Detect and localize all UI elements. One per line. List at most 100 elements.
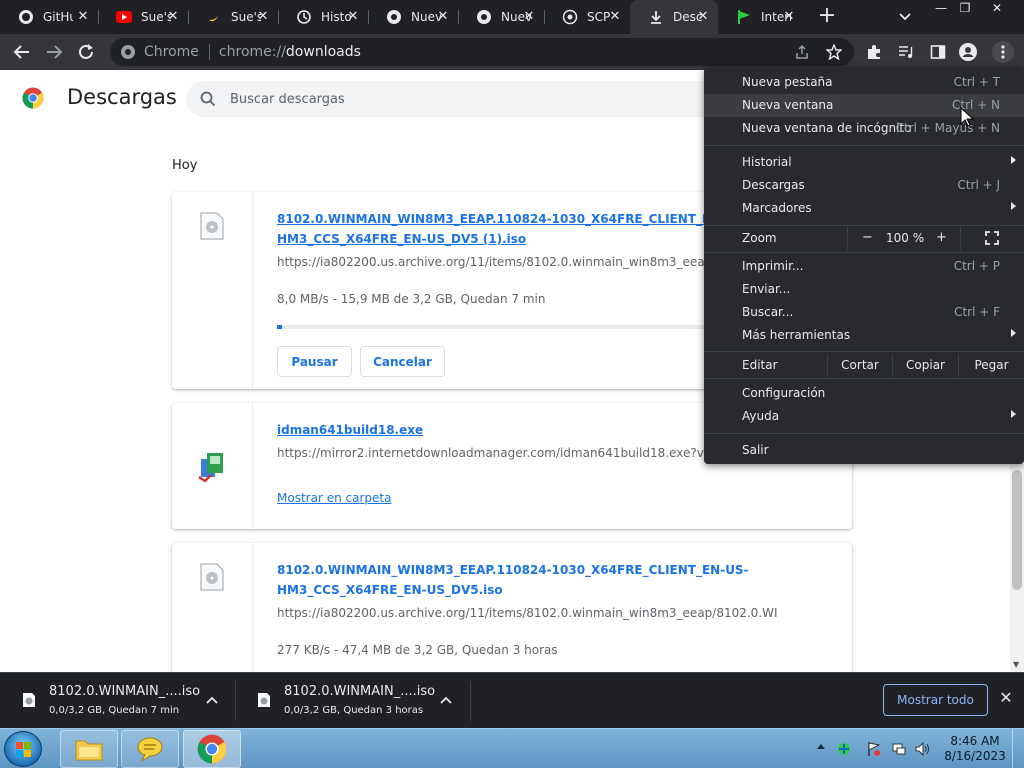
tab-search-button[interactable] [895,8,915,26]
show-in-folder-link[interactable]: Mostrar en carpeta [277,491,391,505]
paste-button[interactable]: Pegar [958,354,1024,377]
cut-button[interactable]: Cortar [827,354,892,377]
bookmark-button[interactable] [824,42,844,62]
download-status: 277 KB/s - 47,4 MB de 3,2 GB, Quedan 3 h… [277,643,558,657]
close-shelf-button[interactable]: ✕ [998,690,1014,706]
tab-close-button[interactable]: ✕ [346,10,360,24]
tab-internet[interactable]: Internet ✕ [718,0,804,34]
back-button[interactable] [12,42,32,62]
tab-close-button[interactable]: ✕ [522,10,536,24]
puzzle-icon [868,45,880,59]
network-icon[interactable] [891,741,907,757]
shelf-item[interactable]: 8102.0.WINMAIN_....iso 0,0/3,2 GB, Queda… [235,673,470,729]
tab-new-1[interactable]: Nueva ✕ [368,0,458,34]
menu-item-find[interactable]: Buscar... Ctrl + F [704,301,1024,324]
forward-button[interactable] [44,42,64,62]
tab-close-button[interactable]: ✕ [608,10,622,24]
extensions-button[interactable] [864,42,884,62]
tab-scp[interactable]: SCP ✕ [544,0,630,34]
menu-item-print[interactable]: Imprimir... Ctrl + P [704,255,1024,278]
progress-bar [277,325,757,329]
arrow-left-icon [13,45,29,59]
tab-close-button[interactable]: ✕ [696,10,710,24]
menu-zoom-row: Zoom − 100 % + [704,227,1024,250]
menu-item-cast[interactable]: Enviar... [704,278,1024,301]
search-input[interactable] [230,91,730,107]
download-card: 8102.0.WINMAIN_WIN8M3_EEAP.110824-1030_X… [172,543,852,672]
tray-expand-icon[interactable] [817,744,825,749]
system-clock[interactable]: 8:46 AM 8/16/2023 [944,734,1006,764]
media-button[interactable] [896,42,916,62]
start-button[interactable] [4,731,42,767]
restore-button[interactable]: ❐ [952,0,978,18]
tab-close-button[interactable]: ✕ [166,10,180,24]
tab-youtube[interactable]: Sue's ✕ [98,0,188,34]
tab-moon[interactable]: Sue's ✕ [188,0,278,34]
close-window-button[interactable]: ✕ [984,0,1010,18]
network-app-icon[interactable] [836,741,852,757]
new-tab-button[interactable]: + [816,5,838,28]
copy-button[interactable]: Copiar [892,354,958,377]
side-panel-icon [930,45,946,59]
shelf-file-name: 8102.0.WINMAIN_....iso [284,684,436,699]
menu-item-more-tools[interactable]: Más herramientas [704,324,1024,347]
tab-history[interactable]: Historial ✕ [278,0,368,34]
minimize-button[interactable]: — [928,0,954,18]
menu-item-new-tab[interactable]: Nueva pestaña Ctrl + T [704,71,1024,94]
address-bar[interactable]: Chrome chrome://downloads [110,38,854,66]
share-button[interactable] [792,42,812,62]
chrome-tab-icon [386,9,402,25]
taskbar-explorer[interactable] [60,730,118,768]
profile-button[interactable] [958,42,978,62]
disc-file-icon [200,563,224,591]
fullscreen-icon[interactable] [985,231,999,245]
chevron-up-icon[interactable] [206,695,218,705]
file-url[interactable]: https://mirror2.internetdownloadmanager.… [277,446,777,460]
menu-item-help[interactable]: Ayuda [704,405,1024,428]
chevron-up-icon[interactable] [440,695,452,705]
scrollbar-thumb[interactable] [1012,470,1022,590]
tab-new-2[interactable]: Nueva ✕ [458,0,544,34]
chrome-tab-icon [476,9,492,25]
menu-item-downloads[interactable]: Descargas Ctrl + J [704,174,1024,197]
site-chip[interactable]: Chrome [120,44,199,60]
reload-button[interactable] [76,42,96,62]
tab-close-button[interactable]: ✕ [436,10,450,24]
search-box[interactable] [186,81,766,117]
menu-item-new-window[interactable]: Nueva ventana Ctrl + N [704,94,1024,117]
moon-icon [206,9,222,25]
cancel-button[interactable]: Cancelar [360,346,445,377]
zoom-in-button[interactable]: + [936,230,947,245]
show-desktop-button[interactable] [1012,729,1024,768]
tab-downloads[interactable]: Descargas ✕ [630,0,718,34]
tab-close-button[interactable]: ✕ [782,10,796,24]
volume-icon[interactable] [914,741,930,757]
pause-button[interactable]: Pausar [277,346,352,377]
tab-github[interactable]: GitHub ✕ [0,0,98,34]
file-url[interactable]: https://ia802200.us.archive.org/11/items… [277,606,777,620]
zoom-out-button[interactable]: − [862,230,873,245]
scroll-down-arrow[interactable]: ▼ [1013,660,1019,669]
shelf-item[interactable]: 8102.0.WINMAIN_....iso 0,0/3,2 GB, Queda… [0,673,235,729]
taskbar-chrome[interactable] [183,730,241,768]
tab-close-button[interactable]: ✕ [256,10,270,24]
file-name-link[interactable]: 8102.0.WINMAIN_WIN8M3_EEAP.110824-1030_X… [277,209,757,249]
file-name-link[interactable]: idman641build18.exe [277,420,757,440]
show-all-button[interactable]: Mostrar todo [883,684,988,716]
menu-item-bookmarks[interactable]: Marcadores [704,197,1024,220]
file-name-link[interactable]: 8102.0.WINMAIN_WIN8M3_EEAP.110824-1030_X… [277,560,757,600]
chrome-menu-button[interactable] [992,41,1014,63]
action-center-flag-icon[interactable] [866,741,882,757]
tab-close-button[interactable]: ✕ [76,10,90,24]
clock-date: 8/16/2023 [944,749,1006,763]
file-url[interactable]: https://ia802200.us.archive.org/11/items… [277,255,777,269]
menu-item-history[interactable]: Historial [704,151,1024,174]
clock-time: 8:46 AM [950,734,1000,748]
side-panel-button[interactable] [928,42,948,62]
taskbar-messenger[interactable] [121,730,179,768]
menu-item-exit[interactable]: Salir [704,439,1024,462]
reload-icon [79,44,93,59]
chrome-logo-icon [197,734,227,764]
menu-item-settings[interactable]: Configuración [704,382,1024,405]
menu-item-incognito[interactable]: Nueva ventana de incógnito Ctrl + Mayús +… [704,117,1024,140]
